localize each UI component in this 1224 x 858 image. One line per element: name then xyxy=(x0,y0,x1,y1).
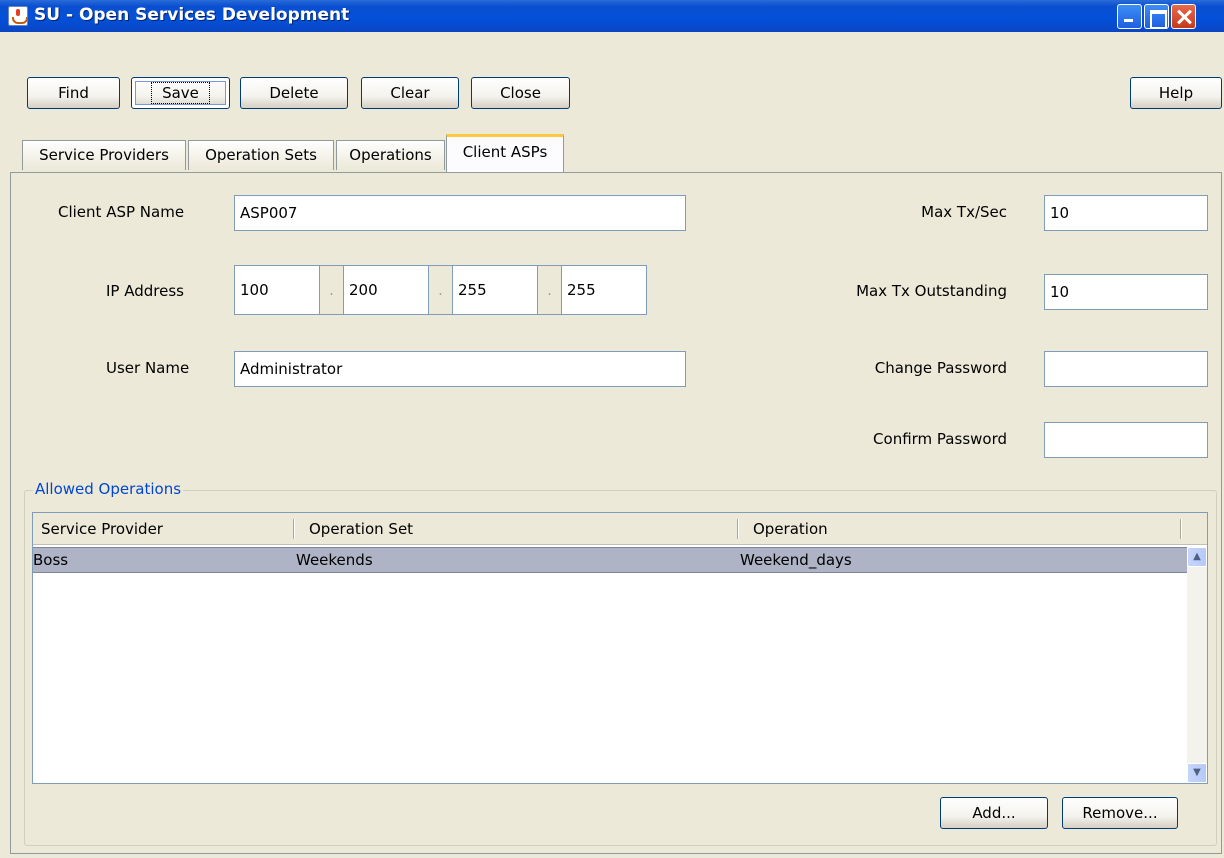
save-button-label: Save xyxy=(151,82,210,104)
allowed-operations-title: Allowed Operations xyxy=(33,480,184,498)
tab-operations[interactable]: Operations xyxy=(336,140,445,170)
window-title: SU - Open Services Development xyxy=(34,5,350,25)
user-name-field[interactable]: Administrator xyxy=(234,351,686,387)
clear-button[interactable]: Clear xyxy=(361,77,459,109)
scroll-up-icon[interactable]: ▲ xyxy=(1187,547,1207,567)
confirm-password-label: Confirm Password xyxy=(873,430,1007,448)
ip-octet-1-field[interactable]: 100 xyxy=(234,265,320,315)
table-header: Service Provider Operation Set Operation xyxy=(33,513,1207,545)
ip-separator-1: . xyxy=(320,265,343,315)
user-name-label: User Name xyxy=(106,359,190,377)
max-tx-sec-field[interactable]: 10 xyxy=(1044,195,1208,231)
app-window: SU - Open Services Development Find Save… xyxy=(0,0,1224,858)
ip-separator-2: . xyxy=(429,265,452,315)
java-app-icon xyxy=(8,6,28,26)
ip-octet-3-field[interactable]: 255 xyxy=(452,265,538,315)
column-divider[interactable] xyxy=(293,519,295,539)
column-divider[interactable] xyxy=(737,519,739,539)
tab-client-asps[interactable]: Client ASPs xyxy=(446,134,564,172)
save-button[interactable]: Save xyxy=(131,77,230,109)
column-divider[interactable] xyxy=(1180,519,1182,539)
add-operation-button[interactable]: Add... xyxy=(940,797,1048,829)
table-row[interactable]: Boss Weekends Weekend_days xyxy=(33,547,1187,573)
allowed-operations-table: Service Provider Operation Set Operation… xyxy=(32,512,1208,784)
maximize-button[interactable] xyxy=(1144,4,1169,29)
change-password-label: Change Password xyxy=(874,359,1007,377)
client-asp-name-field[interactable]: ASP007 xyxy=(234,195,686,231)
cell-service-provider: Boss xyxy=(33,551,69,569)
max-tx-sec-label: Max Tx/Sec xyxy=(921,203,1007,221)
vertical-scrollbar[interactable]: ▲ ▼ xyxy=(1187,547,1207,783)
column-operation[interactable]: Operation xyxy=(745,513,1175,545)
remove-operation-button[interactable]: Remove... xyxy=(1062,797,1178,829)
column-service-provider[interactable]: Service Provider xyxy=(33,513,293,545)
help-button[interactable]: Help xyxy=(1130,77,1222,109)
column-operation-set[interactable]: Operation Set xyxy=(301,513,741,545)
ip-address-label: IP Address xyxy=(106,282,184,300)
tab-service-providers[interactable]: Service Providers xyxy=(22,140,186,170)
close-window-button[interactable] xyxy=(1171,4,1196,29)
max-tx-outstanding-label: Max Tx Outstanding xyxy=(856,282,1007,300)
tab-operation-sets[interactable]: Operation Sets xyxy=(188,140,334,170)
cell-operation: Weekend_days xyxy=(740,551,852,569)
minimize-button[interactable] xyxy=(1117,4,1142,29)
ip-separator-3: . xyxy=(538,265,561,315)
max-tx-outstanding-field[interactable]: 10 xyxy=(1044,274,1208,310)
find-button[interactable]: Find xyxy=(27,77,120,109)
title-bar[interactable]: SU - Open Services Development xyxy=(0,0,1224,32)
scroll-down-icon[interactable]: ▼ xyxy=(1187,763,1207,783)
ip-octet-2-field[interactable]: 200 xyxy=(343,265,429,315)
delete-button[interactable]: Delete xyxy=(240,77,348,109)
close-button[interactable]: Close xyxy=(471,77,570,109)
confirm-password-field[interactable] xyxy=(1044,422,1208,458)
client-asp-name-label: Client ASP Name xyxy=(58,203,185,221)
cell-operation-set: Weekends xyxy=(296,551,373,569)
change-password-field[interactable] xyxy=(1044,351,1208,387)
ip-octet-4-field[interactable]: 255 xyxy=(561,265,647,315)
